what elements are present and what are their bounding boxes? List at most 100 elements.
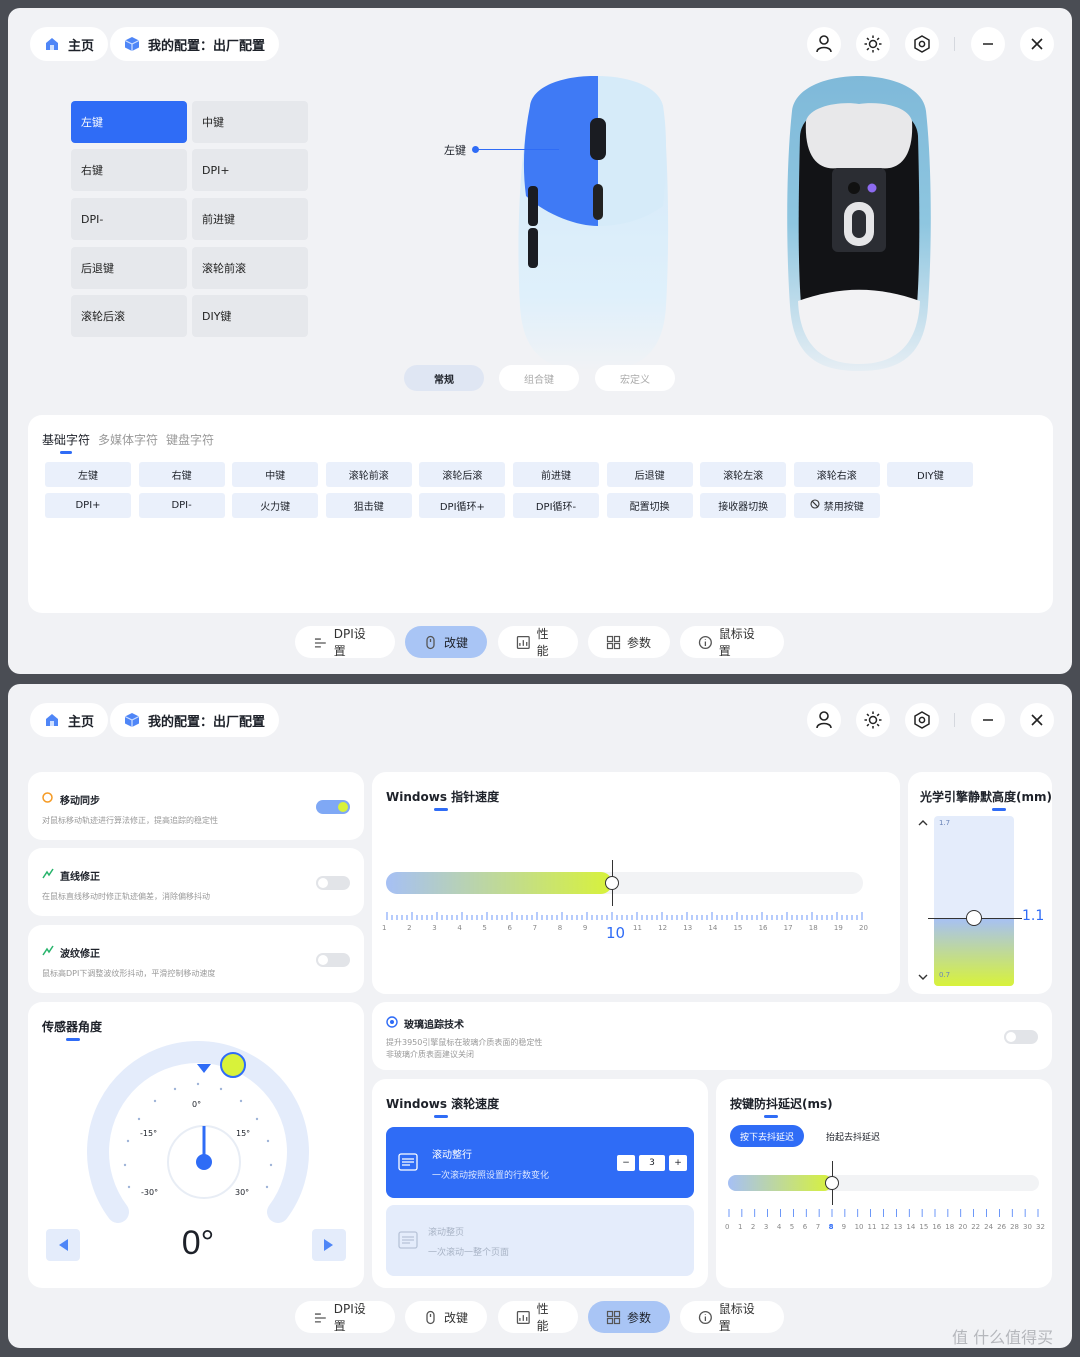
pointer-speed-tick: 18	[808, 924, 818, 932]
home-label: 主页	[68, 714, 95, 730]
key-option[interactable]: DPI循环-	[513, 493, 599, 518]
close-button[interactable]	[1020, 703, 1054, 737]
user-button[interactable]	[807, 27, 841, 61]
settings-button[interactable]	[905, 703, 939, 737]
pointer-speed-tick: 15	[733, 924, 743, 932]
settings-button[interactable]	[905, 27, 939, 61]
key-option[interactable]: DPI+	[45, 493, 131, 518]
key-option[interactable]: 滚轮右滚	[793, 462, 880, 487]
debounce-title: 按键防抖延迟(ms)	[730, 1095, 833, 1118]
key-option[interactable]: 中键	[232, 462, 319, 487]
tab-multimedia[interactable]: 多媒体字符	[98, 431, 158, 448]
nav-params[interactable]: 参数	[588, 1301, 670, 1333]
scroll-page-option[interactable]: 滚动整页 一次滚动一整个页面	[386, 1205, 694, 1276]
key-option[interactable]: 配置切换	[606, 493, 693, 518]
nav-performance[interactable]: 性能	[498, 1301, 578, 1333]
mode-normal[interactable]: 常规	[404, 365, 484, 391]
mouse-button-back[interactable]: 后退键	[71, 247, 187, 289]
debounce-press-tab[interactable]: 按下去抖延迟	[730, 1125, 804, 1147]
pointer-speed-tick: 12	[658, 924, 668, 932]
debounce-handle[interactable]	[824, 1176, 839, 1190]
user-icon	[816, 35, 832, 53]
user-button[interactable]	[807, 703, 841, 737]
scroll-lines-decrease[interactable]: −	[617, 1155, 635, 1171]
debounce-tick: 18	[945, 1223, 955, 1231]
scroll-lines-value[interactable]: 3	[639, 1155, 665, 1171]
key-option[interactable]: 狙击键	[325, 493, 412, 518]
lod-value: 1.1	[1022, 908, 1045, 924]
mode-combo[interactable]: 组合键	[499, 365, 579, 391]
scroll-speed-card: Windows 滚轮速度 滚动整行 一次滚动按照设置的行数变化 − 3 + 滚动…	[372, 1079, 708, 1288]
light-button[interactable]	[856, 27, 890, 61]
scroll-lines-increase[interactable]: +	[669, 1155, 687, 1171]
key-option-label: DPI循环-	[535, 502, 577, 513]
mouse-button-dpi-minus[interactable]: DPI-	[71, 198, 187, 240]
lod-up-icon[interactable]	[918, 818, 928, 828]
ripple-control-title: 波纹修正	[60, 949, 100, 960]
key-option[interactable]: DPI循环+	[419, 493, 506, 518]
mode-macro[interactable]: 宏定义	[595, 365, 675, 391]
angle-increase-button[interactable]	[312, 1229, 346, 1261]
nav-mouse-settings[interactable]: 鼠标设置	[680, 1301, 784, 1333]
nav-mouse-settings[interactable]: 鼠标设置	[680, 626, 784, 658]
mouse-button-forward[interactable]: 前进键	[192, 198, 308, 240]
key-option[interactable]: 后退键	[606, 462, 693, 487]
motion-sync-toggle[interactable]	[316, 800, 350, 814]
home-label: 主页	[68, 38, 95, 54]
arrow-left-icon	[59, 1239, 68, 1251]
home-tab[interactable]: 主页	[30, 27, 109, 61]
tab-basic[interactable]: 基础字符	[42, 431, 90, 454]
sensor-angle-dial[interactable]	[83, 1037, 313, 1247]
mouse-button-dpi-plus[interactable]: DPI+	[192, 149, 308, 191]
light-button[interactable]	[856, 703, 890, 737]
key-option[interactable]: 前进键	[513, 462, 599, 487]
home-tab[interactable]: 主页	[30, 703, 109, 737]
nav-remap[interactable]: 改键	[405, 626, 487, 658]
arrow-right-icon	[324, 1239, 333, 1251]
mouse-button-middle[interactable]: 中键	[192, 101, 308, 143]
mouse-button-scroll-up[interactable]: 滚轮前滚	[192, 247, 308, 289]
key-option[interactable]: 滚轮前滚	[325, 462, 412, 487]
nav-performance[interactable]: 性能	[498, 626, 578, 658]
debounce-tick: 8	[828, 1223, 834, 1231]
mouse-button-left[interactable]: 左键	[71, 101, 187, 143]
lod-down-icon[interactable]	[918, 972, 928, 982]
key-option[interactable]: 左键	[45, 462, 131, 487]
minimize-button[interactable]	[971, 27, 1005, 61]
mouse-button-right[interactable]: 右键	[71, 149, 187, 191]
minimize-button[interactable]	[971, 703, 1005, 737]
mouse-button-scroll-down[interactable]: 滚轮后滚	[71, 295, 187, 337]
tab-keyboard[interactable]: 键盘字符	[166, 431, 214, 448]
debounce-release-tab[interactable]: 抬起去抖延迟	[816, 1125, 890, 1147]
glass-tracking-toggle[interactable]	[1004, 1030, 1038, 1044]
angle-label-minus30: -30°	[141, 1188, 159, 1197]
lod-handle[interactable]	[966, 910, 982, 926]
close-button[interactable]	[1020, 27, 1054, 61]
key-option[interactable]: 滚轮左滚	[700, 462, 787, 487]
angle-snap-toggle[interactable]	[316, 876, 350, 890]
key-option[interactable]: 接收器切换	[700, 493, 787, 518]
pointer-speed-tick: 11	[633, 924, 642, 932]
ripple-control-toggle[interactable]	[316, 953, 350, 967]
debounce-tick: 0	[725, 1223, 730, 1231]
config-selector[interactable]: 我的配置：出厂配置	[110, 703, 280, 737]
key-option-label: 滚轮右滚	[816, 471, 857, 482]
key-option[interactable]: DIY键	[887, 462, 974, 487]
key-option[interactable]: 滚轮后滚	[419, 462, 506, 487]
pointer-speed-handle[interactable]	[604, 876, 619, 890]
debounce-tick: 22	[971, 1223, 981, 1231]
key-option[interactable]: 火力键	[232, 493, 319, 518]
pointer-speed-tick: 13	[683, 924, 693, 932]
nav-remap[interactable]: 改键	[405, 1301, 487, 1333]
config-selector[interactable]: 我的配置：出厂配置	[110, 27, 280, 61]
nav-dpi[interactable]: DPI设置	[295, 626, 395, 658]
mouse-button-diy[interactable]: DIY键	[192, 295, 308, 337]
angle-decrease-button[interactable]	[46, 1229, 80, 1261]
angle-label-plus30: 30°	[235, 1188, 250, 1197]
nav-params[interactable]: 参数	[588, 626, 670, 658]
key-option[interactable]: 禁用按键	[793, 493, 880, 518]
key-option[interactable]: 右键	[138, 462, 225, 487]
nav-dpi[interactable]: DPI设置	[295, 1301, 395, 1333]
key-option[interactable]: DPI-	[138, 493, 225, 518]
scroll-line-option[interactable]: 滚动整行 一次滚动按照设置的行数变化 − 3 +	[386, 1127, 694, 1198]
